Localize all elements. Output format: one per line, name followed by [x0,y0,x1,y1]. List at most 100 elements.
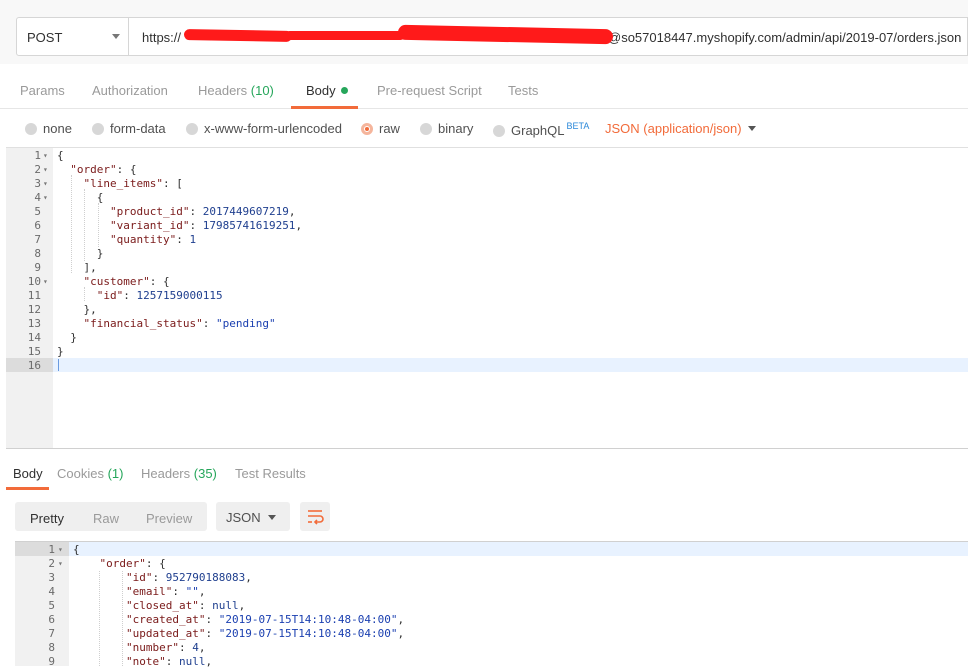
preview-button[interactable]: Preview [146,511,192,526]
response-line-number: 9 [48,655,55,668]
line-number: 10 [27,275,41,288]
code-line: } [57,345,64,358]
line-number: 9 [34,261,41,274]
tab-pre-request-script[interactable]: Pre-request Script [377,83,482,98]
response-headers-count: (35) [193,466,217,481]
code-line: } [57,331,77,344]
response-code-line: "email": "", [125,585,206,598]
response-active-line-highlight [69,542,968,556]
code-line: "line_items": [ [83,177,183,190]
line-number: 6 [34,219,41,232]
response-tabs: Body Cookies (1) Headers (35) Test Resul… [0,460,968,490]
code-line: ], [57,261,97,274]
response-line-number: 1 [48,543,55,556]
cookies-count: (1) [107,466,124,481]
response-line-number: 5 [48,599,55,612]
radio-graphql[interactable]: GraphQL BETA [493,121,589,138]
tab-params[interactable]: Params [20,83,65,98]
fold-arrow-icon[interactable]: ▾ [43,179,48,188]
indent-guide [122,571,123,666]
response-tab-headers[interactable]: Headers (35) [141,466,217,481]
line-number: 5 [34,205,41,218]
response-code-line: "number": 4, [125,641,206,654]
radio-form-data[interactable]: form-data [92,121,166,136]
body-type-selector: none form-data x-www-form-urlencoded raw… [0,109,968,147]
code-line: "product_id": 2017449607219, [109,205,296,218]
radio-none[interactable]: none [25,121,72,136]
code-line: "order": { [70,163,137,176]
indent-guide [98,203,99,247]
line-number: 2 [34,163,41,176]
response-tab-body[interactable]: Body [13,466,43,481]
radio-binary[interactable]: binary [420,121,473,136]
line-number: 8 [34,247,41,260]
response-line-number: 2 [48,557,55,570]
line-number: 14 [27,331,41,344]
code-line: "id": 1257159000115 [96,289,223,302]
line-number: 16 [27,359,41,372]
modified-dot-icon [340,87,348,94]
response-language-select[interactable]: JSON [216,502,290,531]
redaction-mark [285,31,405,40]
response-code-line: { [73,543,80,556]
response-tab-cookies[interactable]: Cookies (1) [57,466,123,481]
response-tab-test-results[interactable]: Test Results [235,466,306,481]
code-line: } [57,247,104,260]
url-prefix: https:// [142,30,182,45]
method-select[interactable]: POST [16,17,129,56]
line-number: 12 [27,303,41,316]
pretty-button[interactable]: Pretty [30,511,64,526]
format-toggle-group: Pretty Raw Preview [15,502,207,531]
fold-arrow-icon[interactable]: ▾ [43,151,48,160]
radio-icon [25,123,37,135]
radio-icon [420,123,432,135]
fold-arrow-icon[interactable]: ▾ [43,277,48,286]
tab-body[interactable]: Body [306,83,348,98]
wrap-lines-icon [308,510,324,525]
code-line: "financial_status": "pending" [83,317,276,330]
radio-raw[interactable]: raw [361,121,400,136]
active-line-highlight [53,358,968,372]
tab-headers[interactable]: Headers (10) [198,83,274,98]
line-number: 15 [27,345,41,358]
wrap-lines-button[interactable] [300,502,330,531]
code-line: "variant_id": 17985741619251, [109,219,303,232]
chevron-down-icon [268,515,276,520]
code-line: { [57,149,64,162]
fold-arrow-icon[interactable]: ▾ [43,165,48,174]
response-line-number: 4 [48,585,55,598]
response-line-number: 6 [48,613,55,626]
radio-selected-icon [361,123,373,135]
line-number: 7 [34,233,41,246]
radio-icon [493,125,505,137]
line-number: 1 [34,149,41,162]
chevron-down-icon[interactable] [748,126,756,131]
fold-arrow-icon[interactable]: ▾ [58,559,63,568]
raw-button[interactable]: Raw [93,511,119,526]
headers-count: (10) [250,83,274,98]
indent-guide [71,175,72,273]
fold-arrow-icon[interactable]: ▾ [43,193,48,202]
code-line: { [57,191,104,204]
fold-arrow-icon[interactable]: ▾ [58,545,63,554]
response-line-number: 8 [48,641,55,654]
indent-guide [84,189,85,261]
content-type-select[interactable]: JSON (application/json) [605,121,742,136]
code-line: "quantity": 1 [109,233,197,246]
tab-authorization[interactable]: Authorization [92,83,168,98]
radio-x-www-form-urlencoded[interactable]: x-www-form-urlencoded [186,121,342,136]
response-line-number: 3 [48,571,55,584]
response-line-number: 7 [48,627,55,640]
indent-guide [84,287,85,301]
line-number: 11 [27,289,41,302]
radio-icon [92,123,104,135]
indent-guide [99,571,100,666]
code-line: "customer": { [83,275,170,288]
line-number: 3 [34,177,41,190]
url-suffix: @so57018447.myshopify.com/admin/api/2019… [608,30,962,45]
radio-icon [186,123,198,135]
line-number: 13 [27,317,41,330]
response-code-line: "order": { [99,557,166,570]
chevron-down-icon [112,34,120,39]
tab-tests[interactable]: Tests [508,83,538,98]
